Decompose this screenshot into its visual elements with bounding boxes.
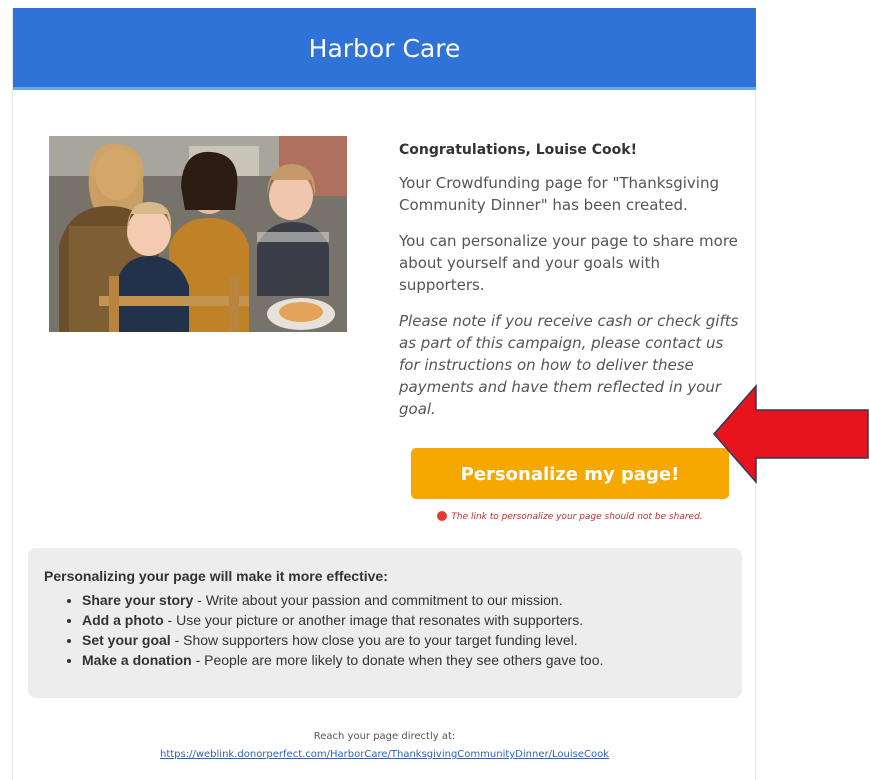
list-item: Set your goal - Show supporters how clos… [82, 630, 726, 650]
share-warning: The link to personalize your page should… [411, 511, 729, 522]
tip-label: Set your goal [82, 632, 171, 648]
cash-check-note: Please note if you receive cash or check… [399, 312, 739, 418]
created-message: Your Crowdfunding page for "Thanksgiving… [399, 174, 720, 214]
warning-dot-icon [437, 511, 448, 521]
list-item: Add a photo - Use your picture or anothe… [82, 610, 726, 630]
greeting-heading: Congratulations, Louise Cook! [399, 142, 637, 158]
red-arrow-icon [713, 384, 869, 484]
personalize-page-button[interactable]: Personalize my page! [411, 448, 729, 499]
list-item: Make a donation - People are more likely… [82, 650, 726, 670]
family-photo-image [49, 136, 347, 332]
org-title: Harbor Care [308, 34, 461, 63]
email-card: Harbor Care Congratulations, Louise Cook… [12, 8, 756, 780]
share-warning-text: The link to personalize your page should… [451, 512, 703, 522]
campaign-photo [49, 136, 347, 332]
tip-text: - People are more likely to donate when … [191, 652, 604, 668]
page-link[interactable]: https://weblink.donorperfect.com/HarborC… [160, 749, 609, 760]
tip-label: Make a donation [82, 652, 192, 668]
personalize-message: You can personalize your page to share m… [399, 232, 738, 294]
tip-text: - Write about your passion and commitmen… [193, 592, 563, 608]
tip-text: - Use your picture or another image that… [163, 612, 584, 628]
org-header: Harbor Care [13, 8, 756, 90]
tips-list: Share your story - Write about your pass… [44, 590, 726, 670]
list-item: Share your story - Write about your pass… [82, 590, 726, 610]
tips-title: Personalizing your page will make it mor… [44, 568, 388, 584]
tips-box: Personalizing your page will make it mor… [28, 548, 742, 698]
reach-text: Reach your page directly at: [313, 731, 456, 742]
tip-text: - Show supporters how close you are to y… [170, 632, 578, 648]
tip-label: Share your story [82, 592, 194, 608]
page: Harbor Care Congratulations, Louise Cook… [0, 0, 870, 780]
tip-label: Add a photo [82, 612, 164, 628]
page-footer: Reach your page directly at: https://web… [13, 728, 756, 764]
message-column: Congratulations, Louise Cook! Your Crowd… [399, 142, 739, 434]
